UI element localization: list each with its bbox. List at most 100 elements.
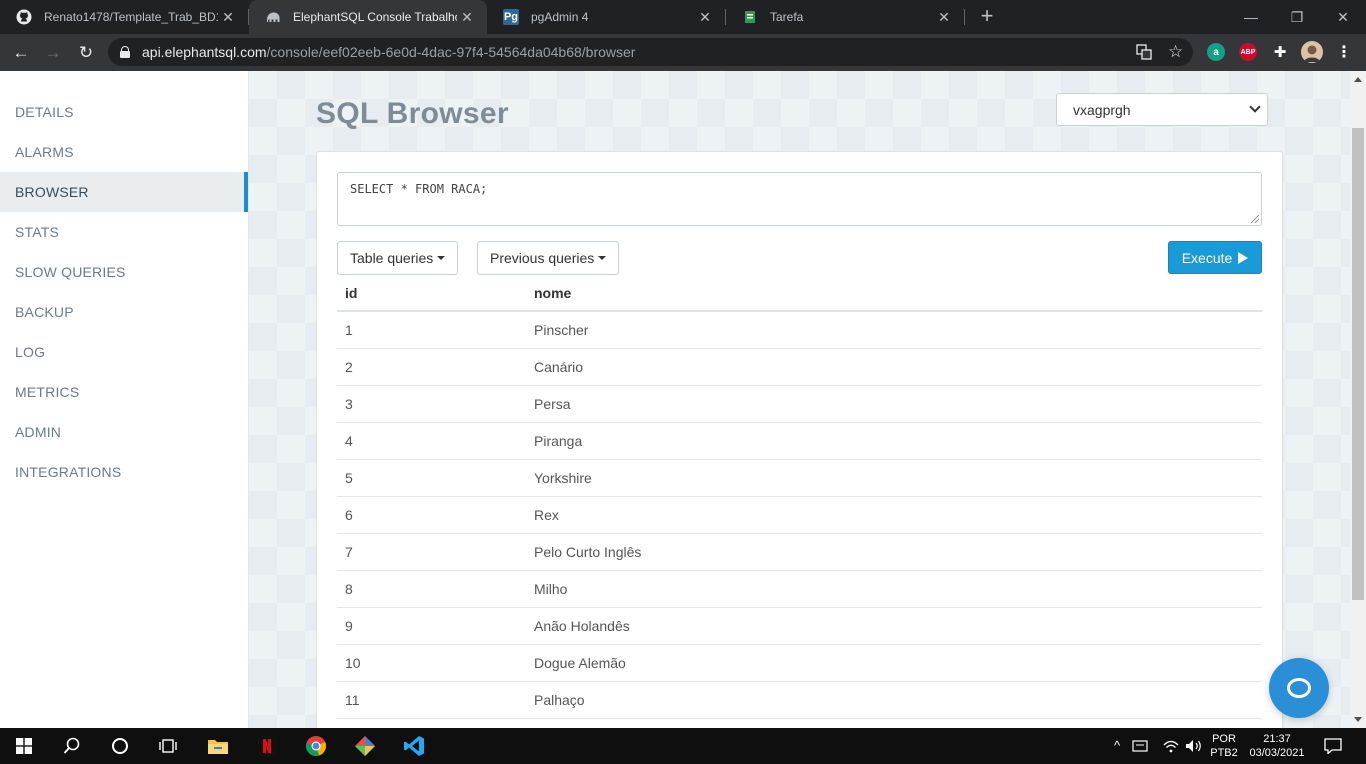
pgadmin-icon: Pg — [503, 9, 519, 25]
sql-panel: SELECT * FROM RACA; Table queries Previo… — [316, 151, 1283, 728]
sidebar-item-metrics[interactable]: METRICS — [0, 372, 248, 412]
tarefa-icon — [742, 9, 758, 25]
address-bar[interactable]: api.elephantsql.com/console/eef02eeb-6e0… — [108, 38, 1193, 66]
scrollbar-thumb[interactable] — [1352, 128, 1364, 600]
table-row: 10 Dogue Alemão — [337, 645, 1262, 682]
table-row: 11 Palhaço — [337, 682, 1262, 719]
results-table: id nome 1 Pinscher 2 Canário 3 Persa 4 Piran… — [337, 276, 1262, 719]
table-row: 3 Persa — [337, 386, 1262, 423]
table-row: 1 Pinscher — [337, 312, 1262, 349]
table-row: 2 Canário — [337, 349, 1262, 386]
tab-title: pgAdmin 4 — [531, 10, 589, 24]
database-select[interactable]: vxagprgh — [1056, 93, 1268, 126]
file-explorer-icon[interactable] — [194, 728, 242, 764]
sidebar-item-admin[interactable]: ADMIN — [0, 412, 248, 452]
sidebar-item-stats[interactable]: STATS — [0, 212, 248, 252]
results-header-row: id nome — [337, 276, 1262, 312]
tab-close-icon[interactable]: ✕ — [457, 9, 477, 26]
table-row: 5 Yorkshire — [337, 460, 1262, 497]
show-hidden-icons-chevron[interactable]: ^ — [1114, 739, 1120, 753]
input-method-icon[interactable] — [1128, 728, 1152, 764]
search-icon[interactable] — [48, 728, 96, 764]
tab-close-icon[interactable]: ✕ — [934, 9, 954, 26]
url-text: api.elephantsql.com/console/eef02eeb-6e0… — [142, 44, 635, 60]
forward-arrow-icon[interactable]: → — [40, 40, 66, 66]
bookmark-star-icon[interactable]: ☆ — [1168, 42, 1183, 62]
resize-grip-icon[interactable] — [1251, 215, 1259, 223]
sidebar-item-log[interactable]: LOG — [0, 332, 248, 372]
volume-icon[interactable] — [1181, 728, 1207, 764]
language-indicator[interactable]: POR PTB2 — [1207, 732, 1241, 760]
sidebar-item-alarms[interactable]: ALARMS — [0, 132, 248, 172]
clock-time: 21:37 — [1263, 733, 1291, 745]
task-view-icon[interactable] — [144, 728, 192, 764]
sidebar-item-browser[interactable]: BROWSER — [0, 172, 248, 212]
cell-nome: Persa — [534, 396, 571, 412]
execute-button[interactable]: Execute — [1168, 241, 1262, 274]
cell-nome: Piranga — [534, 433, 583, 449]
profile-avatar[interactable] — [1301, 41, 1323, 63]
adblock-plus-icon[interactable]: ABP — [1239, 43, 1257, 61]
cell-id: 2 — [345, 359, 353, 375]
column-header-id: id — [345, 285, 358, 301]
browser-tab-elephantsql[interactable]: ElephantSQL Console TrabalhoIFI ✕ — [249, 0, 487, 34]
page-scrollbar[interactable] — [1350, 71, 1366, 728]
table-queries-button[interactable]: Table queries — [337, 241, 459, 275]
back-arrow-icon[interactable]: ← — [8, 40, 34, 66]
sql-query-textarea[interactable]: SELECT * FROM RACA; — [337, 172, 1262, 226]
tab-title: Renato1478/Template_Trab_BD1_ — [44, 10, 218, 24]
cortana-icon[interactable] — [96, 728, 144, 764]
new-tab-plus-icon[interactable]: + — [976, 5, 998, 27]
cell-nome: Palhaço — [534, 692, 585, 708]
scroll-down-arrow-icon[interactable] — [1354, 717, 1362, 722]
netflix-icon[interactable] — [243, 728, 291, 764]
previous-queries-button[interactable]: Previous queries — [477, 241, 620, 275]
lock-icon[interactable] — [120, 46, 130, 58]
cell-id: 7 — [345, 544, 353, 560]
reload-icon[interactable]: ↻ — [73, 40, 99, 66]
vscode-icon[interactable] — [390, 728, 438, 764]
browser-tab-github[interactable]: Renato1478/Template_Trab_BD1_ ✕ — [0, 0, 248, 34]
support-chat-button[interactable] — [1269, 658, 1329, 718]
browser-toolbar: ← → ↻ api.elephantsql.com/console/eef02e… — [0, 34, 1366, 71]
table-row: 7 Pelo Curto Inglês — [337, 534, 1262, 571]
sidebar-item-backup[interactable]: BACKUP — [0, 292, 248, 332]
cell-nome: Dogue Alemão — [534, 655, 626, 671]
cell-nome: Milho — [534, 581, 568, 597]
play-icon — [1238, 251, 1249, 264]
clock[interactable]: 21:37 03/03/2021 — [1244, 732, 1310, 760]
sidebar-item-details[interactable]: DETAILS — [0, 92, 248, 132]
extensions-puzzle-icon[interactable]: ✚ — [1271, 43, 1289, 61]
browser-tab-pgadmin[interactable]: Pg pgAdmin 4 ✕ — [487, 0, 725, 34]
git-kraken-icon[interactable] — [341, 728, 389, 764]
tab-close-icon[interactable]: ✕ — [218, 9, 238, 26]
sidebar-item-slow-queries[interactable]: SLOW QUERIES — [0, 252, 248, 292]
cell-nome: Pinscher — [534, 322, 589, 338]
page-title: SQL Browser — [316, 97, 509, 130]
windows-taskbar: ^ POR PTB2 21:37 03/03/2021 — [0, 728, 1366, 764]
chrome-icon[interactable] — [292, 728, 340, 764]
browser-tab-tarefa[interactable]: Tarefa ✕ — [726, 0, 964, 34]
cell-id: 4 — [345, 433, 353, 449]
cell-id: 9 — [345, 618, 353, 634]
table-queries-label: Table queries — [350, 250, 434, 266]
close-window-icon[interactable]: ✕ — [1320, 0, 1366, 34]
cell-nome: Rex — [534, 507, 559, 523]
windows-start-icon[interactable] — [0, 728, 48, 764]
amazon-assistant-icon[interactable]: a — [1207, 43, 1225, 61]
cell-id: 8 — [345, 581, 353, 597]
scroll-up-arrow-icon[interactable] — [1354, 77, 1362, 82]
cell-nome: Anão Holandês — [534, 618, 630, 634]
browser-tab-strip: Renato1478/Template_Trab_BD1_ ✕ Elephant… — [0, 0, 1366, 34]
chat-icon — [1287, 678, 1311, 698]
notifications-icon[interactable] — [1318, 728, 1348, 764]
tab-close-icon[interactable]: ✕ — [695, 9, 715, 26]
restore-window-icon[interactable]: ❐ — [1274, 0, 1320, 34]
minimize-window-icon[interactable]: — — [1228, 0, 1274, 34]
browser-menu-icon[interactable]: ⋮ — [1335, 43, 1353, 61]
sidebar-item-integrations[interactable]: INTEGRATIONS — [0, 452, 248, 492]
cell-nome: Canário — [534, 359, 584, 375]
translate-icon[interactable] — [1136, 44, 1152, 63]
caret-down-icon — [598, 256, 607, 260]
url-host: api.elephantsql.com — [142, 44, 267, 60]
